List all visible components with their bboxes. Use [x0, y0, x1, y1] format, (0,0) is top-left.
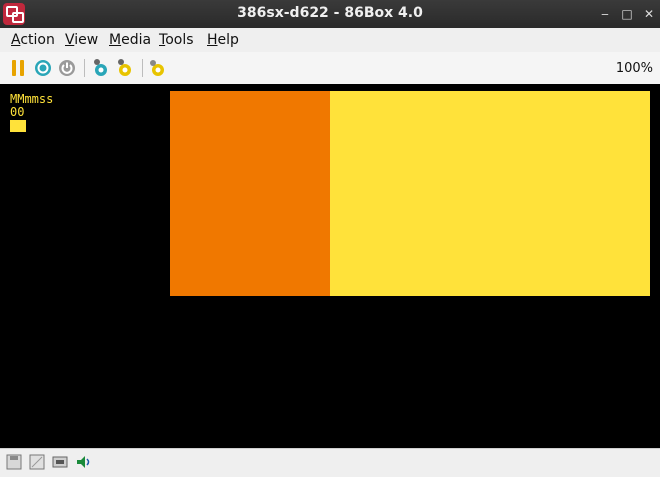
acpi-shutdown-icon[interactable]: [147, 57, 169, 79]
menu-help[interactable]: Help: [207, 32, 239, 48]
menu-media[interactable]: Media: [109, 32, 151, 48]
settings-icon[interactable]: [90, 57, 112, 79]
close-button[interactable]: ✕: [640, 5, 658, 23]
network-icon[interactable]: [52, 454, 68, 470]
menu-action[interactable]: Action: [11, 32, 55, 48]
window-title: 386sx-d622 - 86Box 4.0: [237, 5, 423, 21]
pause-icon[interactable]: [7, 57, 29, 79]
sound-icon[interactable]: [75, 454, 91, 470]
yellow-panel: [330, 91, 650, 296]
minimize-button[interactable]: ‒: [596, 5, 614, 23]
orange-panel: [170, 91, 330, 296]
menu-tools[interactable]: Tools: [159, 32, 194, 48]
emulator-window: 386sx-d622 - 86Box 4.0 ‒ □ ✕ Action View…: [0, 0, 660, 477]
cursor-block: [10, 120, 26, 132]
title-bar: 386sx-d622 - 86Box 4.0 ‒ □ ✕: [0, 0, 660, 28]
ctrl-alt-del-icon[interactable]: [32, 57, 54, 79]
cdrom-drive-icon[interactable]: [29, 454, 45, 470]
zoom-level: 100%: [615, 61, 653, 76]
toolbar-separator: [142, 59, 143, 77]
power-icon[interactable]: [56, 57, 78, 79]
toolbar-separator: [84, 59, 85, 77]
floppy-drive-icon[interactable]: [6, 454, 22, 470]
hard-reset-icon[interactable]: [114, 57, 136, 79]
maximize-button[interactable]: □: [618, 5, 636, 23]
menu-bar: Action View Media Tools Help: [0, 28, 660, 52]
status-bar: [0, 448, 660, 477]
emulator-screen[interactable]: MMmmss 00: [0, 84, 660, 448]
menu-view[interactable]: View: [65, 32, 98, 48]
screen-text-line-2: 00: [10, 105, 25, 119]
toolbar: 100%: [0, 52, 660, 85]
